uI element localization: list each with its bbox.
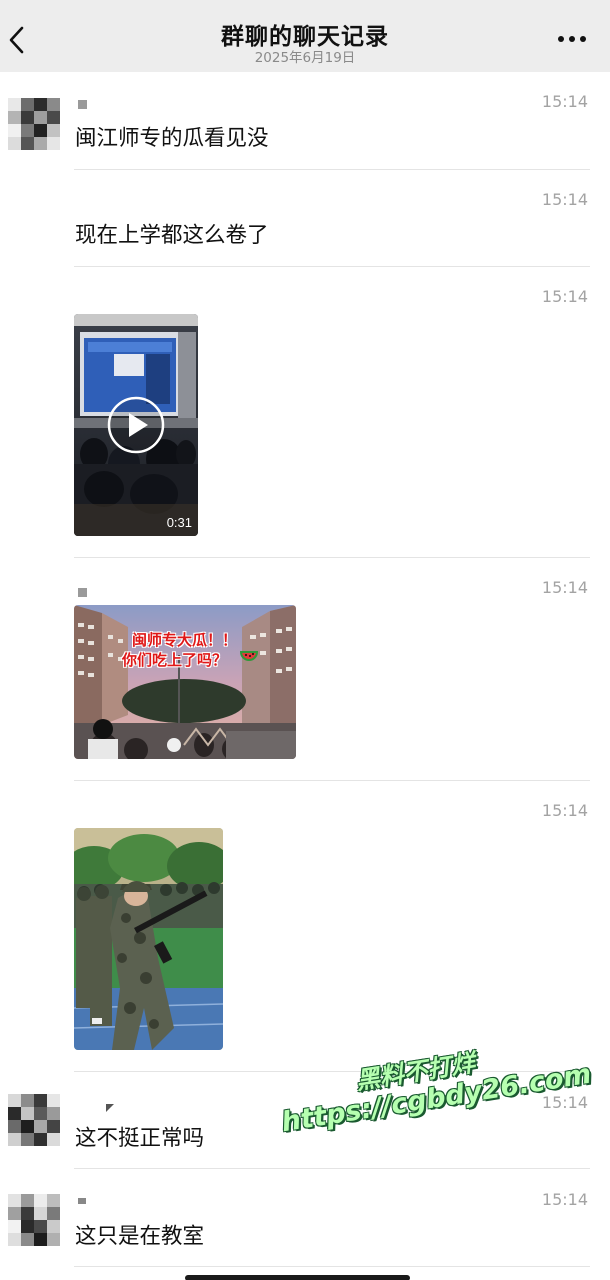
video-duration: 0:31: [166, 515, 192, 530]
divider: [74, 266, 590, 267]
divider: [74, 1168, 590, 1169]
divider: [74, 780, 590, 781]
message-time: 15:14: [541, 801, 588, 820]
message-time: 15:14: [541, 92, 588, 111]
message-time: 15:14: [541, 287, 588, 306]
sender-name: [106, 1104, 114, 1112]
message-text[interactable]: 闽江师专的瓜看见没: [75, 121, 269, 152]
message-time: 15:14: [541, 578, 588, 597]
message-time: 15:14: [541, 190, 588, 209]
divider: [74, 169, 590, 170]
image-caption: 你们吃上了吗？: [122, 651, 228, 669]
home-indicator: [185, 1275, 410, 1280]
message-time: 15:14: [541, 1190, 588, 1209]
image-thumbnail[interactable]: [74, 828, 223, 1050]
avatar[interactable]: [8, 1194, 60, 1246]
watermark-text: 黑料不打烊: [353, 1048, 477, 1096]
image-thumbnail[interactable]: 闽师专大瓜！！ 你们吃上了吗？: [74, 605, 296, 759]
divider: [74, 1071, 590, 1072]
divider: [74, 557, 590, 558]
sender-name: [78, 100, 87, 109]
video-thumbnail[interactable]: 0:31: [74, 314, 198, 536]
sender-name: [78, 588, 87, 597]
divider: [74, 1266, 590, 1267]
message-time: 15:14: [541, 1093, 588, 1112]
watermelon-icon: [239, 649, 259, 668]
chat-date: 2025年6月19日: [254, 50, 356, 66]
message-text[interactable]: 这只是在教室: [75, 1219, 204, 1250]
message-text[interactable]: 这不挺正常吗: [75, 1121, 204, 1152]
avatar[interactable]: [8, 98, 60, 150]
avatar[interactable]: [8, 1094, 60, 1146]
more-icon[interactable]: [558, 36, 588, 46]
image-caption: 闽师专大瓜！！: [132, 631, 238, 649]
message-text[interactable]: 现在上学都这么卷了: [75, 218, 269, 249]
sender-name: [78, 1198, 86, 1204]
nav-bar: 群聊的聊天记录 2025年6月19日: [0, 0, 610, 72]
